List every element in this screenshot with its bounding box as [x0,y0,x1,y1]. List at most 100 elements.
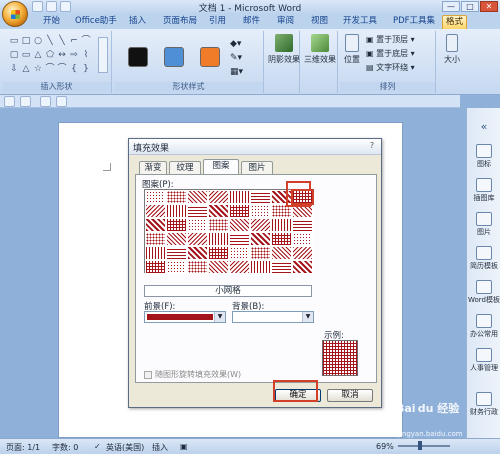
pattern-swatch[interactable] [187,246,208,260]
print-preview-icon[interactable] [56,96,67,107]
pattern-swatch[interactable] [250,204,271,218]
pattern-swatch[interactable] [271,218,292,232]
tab-pdf-tools[interactable]: PDF工具集 [390,15,438,29]
sidebar-item-hr[interactable]: 人事管理 [467,348,500,373]
minimize-button[interactable]: — [442,1,460,12]
pattern-swatch[interactable] [229,218,250,232]
sidebar-item-icons[interactable]: 图标 [467,144,500,169]
pattern-swatch-small-grid[interactable] [291,189,314,205]
zoom-level[interactable]: 69% [376,442,394,451]
collapse-sidebar-icon[interactable]: « [467,120,500,133]
tab-home[interactable]: 开始 [40,15,63,29]
shape-option-icon[interactable]: ▢ [8,48,20,62]
save-icon[interactable] [4,96,15,107]
pattern-swatch[interactable] [229,246,250,260]
undo-icon[interactable] [20,96,31,107]
pattern-swatch[interactable] [145,204,166,218]
shape-option-icon[interactable]: ⌒ [44,62,56,76]
tab-pattern[interactable]: 图案 [203,159,239,174]
shadow-effects-button[interactable]: 阴影效果 [266,34,302,65]
shape-option-icon[interactable]: ↔ [56,48,68,62]
tab-mailings[interactable]: 邮件 [240,15,263,29]
macro-record-icon[interactable]: ▣ [180,442,188,451]
bring-to-front-button[interactable]: ▣ 置于顶层 ▾ [366,34,415,46]
shape-option-icon[interactable]: } [80,62,92,76]
tab-office-assistant[interactable]: Office助手 [72,15,120,29]
pattern-swatch[interactable] [187,260,208,274]
shape-option-icon[interactable]: □ [20,34,32,48]
pattern-swatch[interactable] [208,190,229,204]
sidebar-item-office[interactable]: 办公常用 [467,314,500,339]
style-swatch-orange[interactable] [200,47,220,67]
redo-icon[interactable] [40,96,51,107]
shape-option-icon[interactable]: ○ [32,34,44,48]
maximize-button[interactable]: □ [461,1,479,12]
pattern-swatch[interactable] [208,204,229,218]
tab-insert[interactable]: 插入 [126,15,149,29]
shape-option-icon[interactable]: { [68,62,80,76]
3d-effects-button[interactable]: 三维效果 [302,34,338,65]
shape-option-icon[interactable]: ☆ [32,62,44,76]
sidebar-item-finance[interactable]: 财务行政 [467,392,500,417]
pattern-swatch[interactable] [292,218,313,232]
pattern-swatch[interactable] [145,246,166,260]
pattern-swatch[interactable] [187,232,208,246]
tab-review[interactable]: 审阅 [274,15,297,29]
pattern-swatch[interactable] [271,260,292,274]
pattern-swatch[interactable] [166,204,187,218]
tab-gradient[interactable]: 渐变 [139,161,167,174]
zoom-slider[interactable] [398,445,450,447]
pattern-swatch[interactable] [187,190,208,204]
pattern-swatch[interactable] [145,218,166,232]
pattern-swatch[interactable] [145,260,166,274]
shape-option-icon[interactable]: ⬠ [44,48,56,62]
sidebar-item-illustrations[interactable]: 插图库 [467,178,500,203]
word-count[interactable]: 字数: 0 [52,442,78,453]
pattern-swatch[interactable] [166,218,187,232]
pattern-swatch[interactable] [208,218,229,232]
pattern-swatch[interactable] [229,232,250,246]
shape-option-icon[interactable]: ⌇ [80,48,92,62]
tab-picture[interactable]: 图片 [241,161,273,174]
rotate-with-shape-checkbox[interactable] [144,370,152,379]
dialog-help-icon[interactable]: ? [366,141,378,152]
shape-option-icon[interactable]: ▭ [8,34,20,48]
pattern-swatch[interactable] [229,190,250,204]
size-button[interactable]: 大小 [438,34,466,65]
insert-mode[interactable]: 插入 [152,442,168,453]
shape-option-icon[interactable]: ╲ [56,34,68,48]
pattern-swatch[interactable] [166,232,187,246]
shape-option-icon[interactable]: ╲ [44,34,56,48]
pattern-swatch[interactable] [292,232,313,246]
shape-option-icon[interactable]: ⌒ [80,34,92,48]
shape-option-icon[interactable]: △ [32,48,44,62]
shape-option-icon[interactable]: △ [20,62,32,76]
language[interactable]: 英语(美国) [106,442,144,453]
pattern-swatch[interactable] [250,218,271,232]
shape-option-icon[interactable]: ⌒ [56,62,68,76]
line-color-icon[interactable]: ✎▾ [230,53,242,63]
pattern-swatch[interactable] [166,246,187,260]
shape-gallery-scroll[interactable] [98,37,108,73]
send-to-back-button[interactable]: ▣ 置于底层 ▾ [366,48,415,60]
pattern-swatch[interactable] [145,232,166,246]
pattern-swatch[interactable] [166,260,187,274]
pattern-swatch[interactable] [187,204,208,218]
shape-option-icon[interactable]: ⇩ [8,62,20,76]
pattern-swatch[interactable] [145,190,166,204]
shape-option-icon[interactable]: ⌐ [68,34,80,48]
cancel-button[interactable]: 取消 [327,389,373,402]
tab-references[interactable]: 引用 [206,15,229,29]
pattern-swatch[interactable] [208,260,229,274]
style-swatch-black[interactable] [128,47,148,67]
pattern-swatch[interactable] [229,260,250,274]
tab-developer[interactable]: 开发工具 [340,15,380,29]
pattern-swatch[interactable] [250,260,271,274]
close-button[interactable]: ✕ [480,1,498,12]
zoom-slider-thumb[interactable] [418,441,422,450]
office-button[interactable] [2,1,28,27]
pattern-swatch[interactable] [250,232,271,246]
sidebar-item-pictures[interactable]: 图片 [467,212,500,237]
pattern-swatch[interactable] [187,218,208,232]
sidebar-item-word-templates[interactable]: Word模板 [467,280,500,305]
